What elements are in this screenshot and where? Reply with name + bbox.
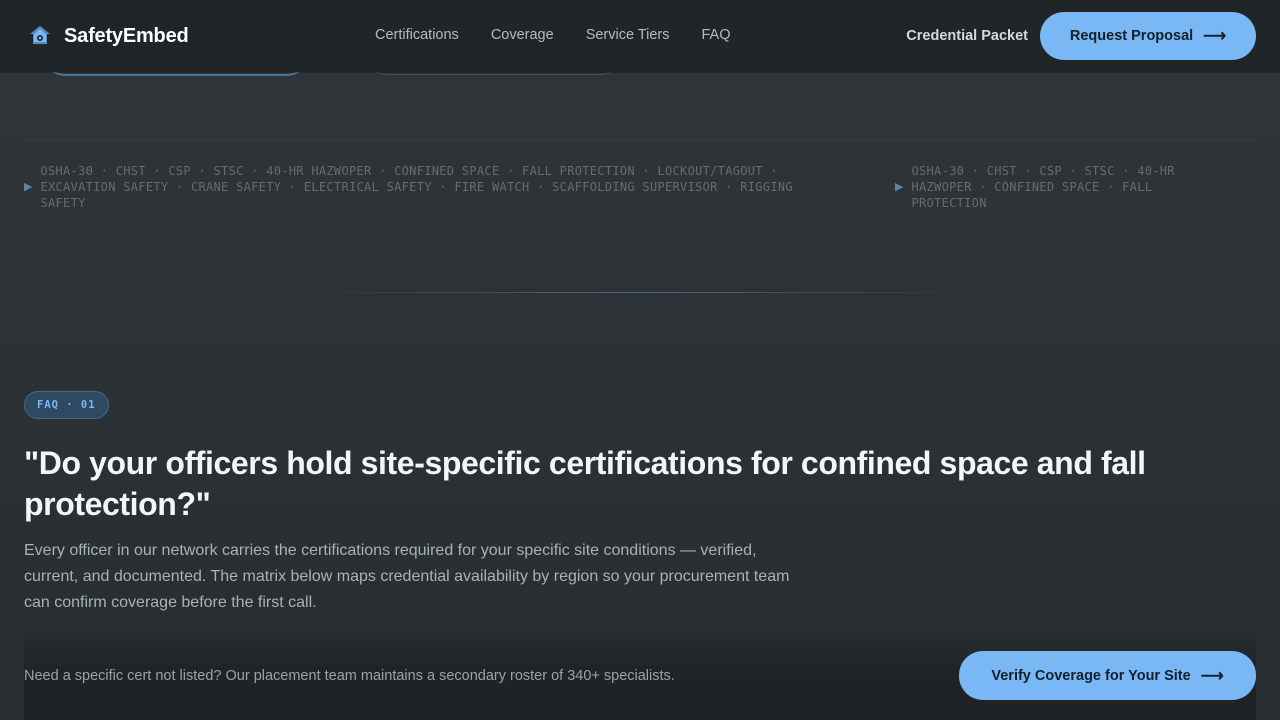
top-nav: SafetyEmbed Certifications Coverage Serv… — [0, 0, 1280, 72]
primary-nav: Certifications Coverage Service Tiers FA… — [375, 27, 763, 43]
arrow-right-icon: ⟶ — [1203, 28, 1227, 45]
cta-panel-note: Need a specific cert not listed? Our pla… — [24, 668, 675, 684]
arrow-right-icon: ⟶ — [1200, 667, 1224, 685]
request-proposal-label: Request Proposal — [1069, 28, 1194, 44]
nav-link-coverage[interactable]: Coverage — [491, 27, 554, 43]
cert-ticker-primary: ▶ OSHA-30 · CHST · CSP · STSC · 40-HR HA… — [24, 163, 844, 211]
cert-ticker-text: OSHA-30 · CHST · CSP · STSC · 40-HR HAZW… — [40, 164, 793, 210]
nav-link-certifications[interactable]: Certifications — [375, 27, 459, 43]
faq-badge: FAQ · 01 — [24, 391, 109, 419]
credential-packet-link[interactable]: Credential Packet — [906, 28, 1028, 44]
verify-coverage-button[interactable]: Verify Coverage for Your Site ⟶ — [959, 651, 1256, 700]
request-proposal-button[interactable]: Request Proposal ⟶ — [1040, 12, 1256, 60]
shield-home-icon — [28, 24, 52, 48]
triangle-right-icon: ▶ — [895, 181, 904, 193]
nav-link-faq[interactable]: FAQ — [702, 27, 731, 43]
brand-logo[interactable]: SafetyEmbed — [28, 24, 189, 48]
cert-ticker-secondary: ▶ OSHA-30 · CHST · CSP · STSC · 40-HR HA… — [895, 163, 1225, 211]
faq-question: "Do your officers hold site-specific cer… — [24, 445, 1146, 522]
verify-coverage-label: Verify Coverage for Your Site — [991, 667, 1191, 684]
cert-ticker-text: OSHA-30 · CHST · CSP · STSC · 40-HR HAZW… — [911, 164, 1175, 210]
section-divider — [24, 139, 1256, 140]
nav-actions: Credential Packet Request Proposal ⟶ — [906, 12, 1256, 60]
brand-name: SafetyEmbed — [64, 24, 189, 47]
page: SafetyEmbed Certifications Coverage Serv… — [0, 0, 1280, 720]
faq-answer: Every officer in our network carries the… — [24, 542, 790, 611]
glow-divider — [300, 292, 980, 293]
triangle-right-icon: ▶ — [24, 181, 33, 193]
nav-link-service-tiers[interactable]: Service Tiers — [586, 27, 670, 43]
